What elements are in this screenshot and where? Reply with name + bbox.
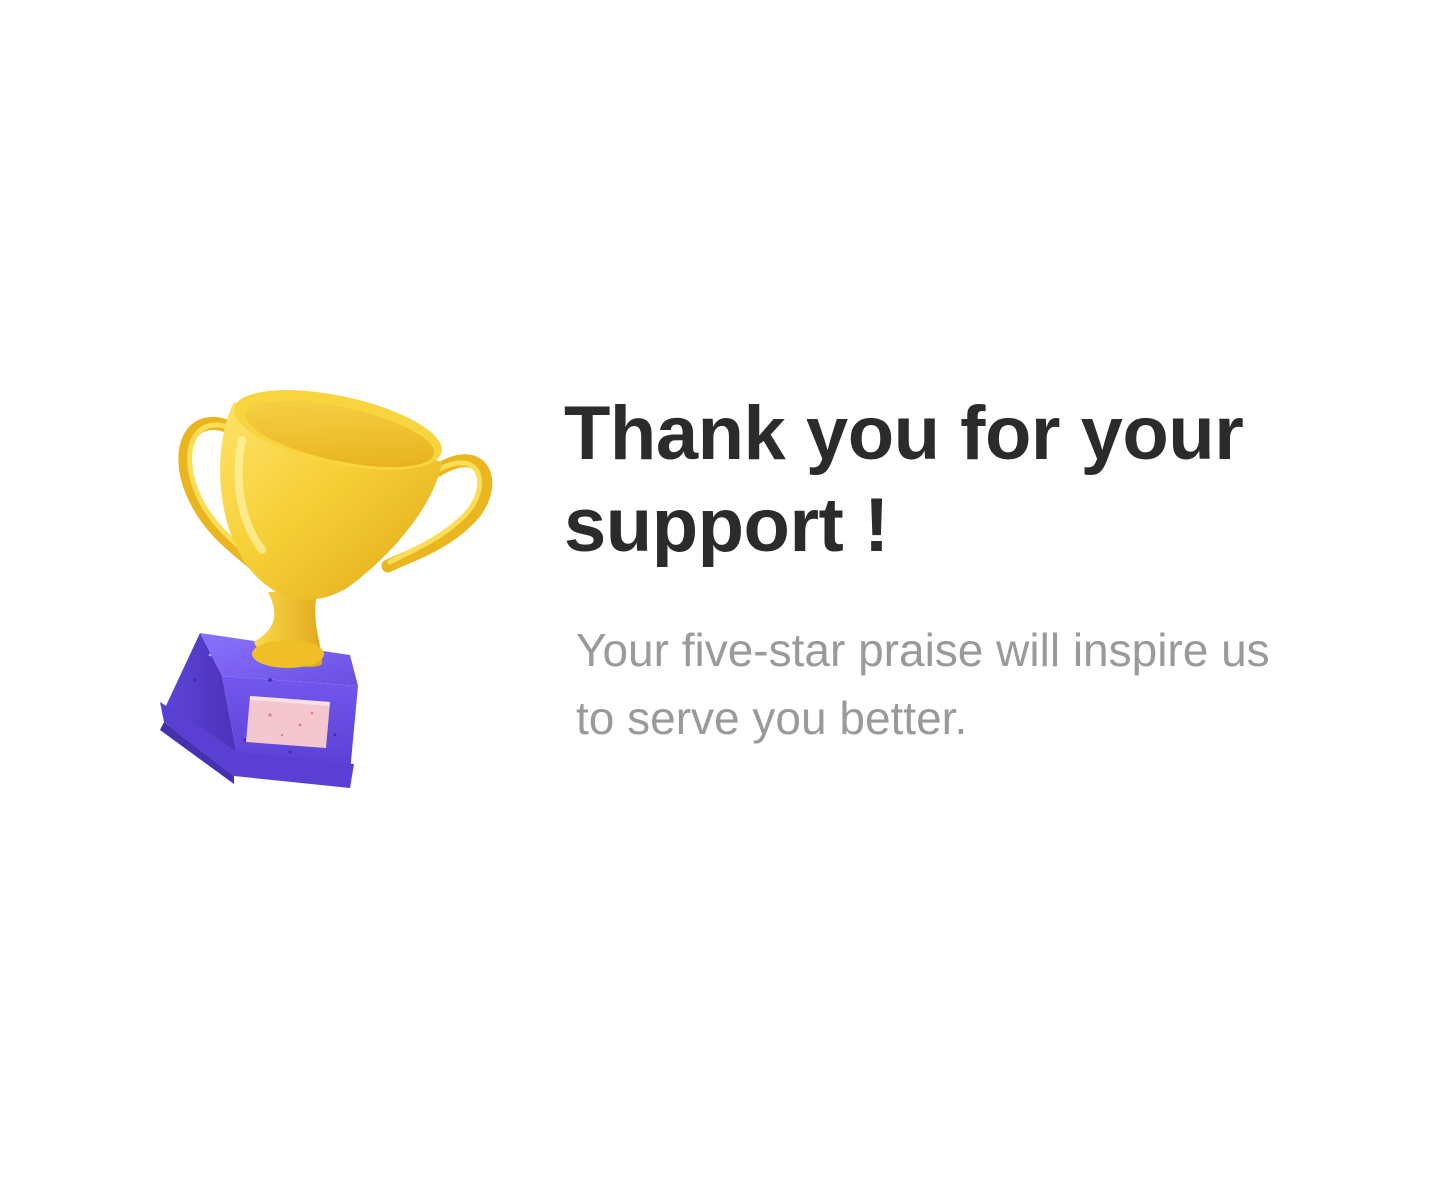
title-line-2: support !	[564, 483, 889, 568]
trophy-icon	[150, 380, 510, 800]
thank-you-message: Your five-star praise will inspire us to…	[576, 616, 1336, 752]
thank-you-page: Thank you for your support ! Your five-s…	[0, 0, 1440, 1180]
message-line-2: to serve you better.	[576, 692, 968, 744]
title-line-1: Thank you for your	[564, 391, 1244, 476]
page-title: Thank you for your support !	[564, 388, 1324, 572]
message-line-1: Your five-star praise will inspire us	[576, 624, 1270, 676]
